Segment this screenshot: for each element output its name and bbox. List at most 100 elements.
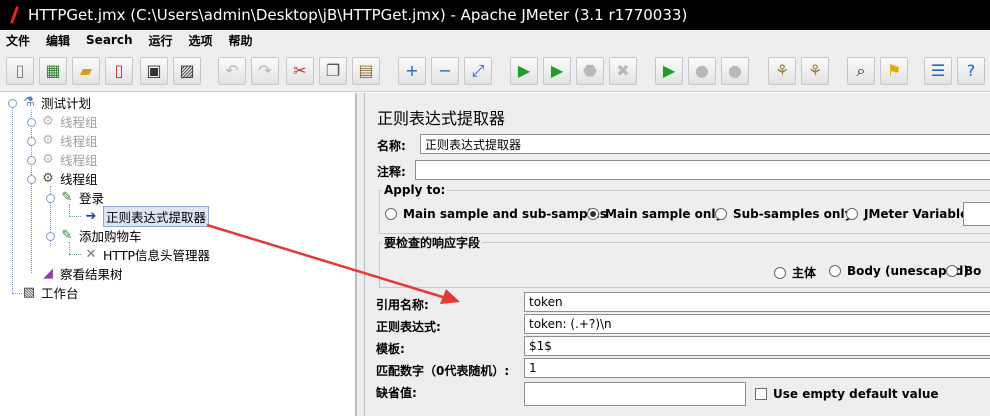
pipette-icon: ✎	[61, 190, 73, 205]
radio-dot-selected	[587, 208, 599, 220]
tree-node-results-tree[interactable]: ◢ 察看结果树	[39, 264, 123, 283]
regex-field[interactable]: token: (.+?)\n	[524, 314, 990, 334]
window-title: HTTPGet.jmx (C:\Users\admin\Desktop\jB\H…	[28, 6, 688, 24]
stop-icon[interactable]: ⬣	[576, 57, 604, 85]
tree-node-label: 线程组	[60, 115, 98, 130]
remote-stop-icon[interactable]: ●	[688, 57, 716, 85]
undo-icon[interactable]: ↶	[218, 57, 246, 85]
expand-handle[interactable]	[27, 137, 36, 146]
page-title: 正则表达式提取器	[377, 109, 506, 128]
regex-extractor-panel: 正则表达式提取器 名称: 正则表达式提取器 注释: Apply to: Main…	[365, 93, 990, 416]
start-no-pause-icon[interactable]: ▶	[543, 57, 571, 85]
tree-node-label: 线程组	[60, 134, 98, 149]
expand-handle[interactable]	[46, 194, 55, 203]
tree-connector	[31, 110, 32, 273]
toggle-icon[interactable]: ⤢	[464, 57, 492, 85]
new-icon[interactable]: ▯	[6, 57, 34, 85]
tree-node-label: 线程组	[60, 172, 98, 187]
tree-node-sampler-cart[interactable]: ✎ 添加购物车	[58, 226, 142, 245]
radio-dot	[715, 208, 727, 220]
default-value-field[interactable]	[524, 382, 746, 406]
ref-name-field[interactable]: token	[524, 292, 990, 312]
search-icon[interactable]: ⌕	[847, 57, 875, 85]
save-icon[interactable]: ▣	[140, 57, 168, 85]
radio-dot	[946, 265, 958, 277]
menu-edit[interactable]: 编辑	[46, 32, 70, 49]
radio-label: Main sample only	[605, 207, 724, 221]
tree-node-label: 察看结果树	[60, 267, 123, 282]
radio-label: 主体	[792, 266, 817, 280]
match-no-field[interactable]: 1	[524, 358, 990, 378]
expand-handle[interactable]	[27, 156, 36, 165]
name-label: 名称:	[377, 139, 406, 153]
reset-search-icon[interactable]: ⚑	[880, 57, 908, 85]
tree-node-sampler-login[interactable]: ✎ 登录	[58, 188, 104, 207]
tree-node-thread-group[interactable]: ⚙ 线程组	[39, 131, 98, 150]
expand-handle[interactable]	[46, 232, 55, 241]
open-icon[interactable]: ▰	[72, 57, 100, 85]
menu-file[interactable]: 文件	[6, 32, 30, 49]
split-pane-divider[interactable]	[356, 93, 365, 416]
match-no-label: 匹配数字（0代表随机）:	[376, 364, 510, 378]
tree-node-regex-extractor[interactable]: ➔ 正则表达式提取器	[82, 206, 210, 227]
tree-node-label: 正则表达式提取器	[103, 206, 210, 227]
test-plan-tree: ⚗ 测试计划 ⚙ 线程组 ⚙ 线程组 ⚙ 线程组 ⚙ 线程组 ✎ 登录 ➔ 正则…	[0, 93, 356, 416]
tree-node-test-plan[interactable]: ⚗ 测试计划	[20, 93, 91, 112]
remote-shutdown-icon[interactable]: ●	[721, 57, 749, 85]
menu-search[interactable]: Search	[86, 33, 132, 47]
expand-handle[interactable]	[27, 118, 36, 127]
tree-node-thread-group[interactable]: ⚙ 线程组	[39, 150, 98, 169]
tree-node-label: 线程组	[60, 153, 98, 168]
radio-label: Bo	[964, 264, 982, 278]
radio-body[interactable]: 主体	[774, 264, 816, 281]
radio-main-only[interactable]: Main sample only	[587, 207, 723, 221]
expand-icon[interactable]: +	[398, 57, 426, 85]
tree-connector	[69, 216, 81, 217]
function-helper-icon[interactable]: ☰	[924, 57, 952, 85]
menu-run[interactable]: 运行	[148, 32, 172, 49]
collapse-icon[interactable]: −	[431, 57, 459, 85]
redo-icon[interactable]: ↷	[251, 57, 279, 85]
help-icon[interactable]: ?	[957, 57, 985, 85]
tree-node-label: 登录	[79, 191, 105, 206]
radio-main-and-sub[interactable]: Main sample and sub-samples	[385, 207, 607, 221]
radio-sub-only[interactable]: Sub-samples only	[715, 207, 852, 221]
start-icon[interactable]: ▶	[510, 57, 538, 85]
radio-body-as-document[interactable]: Bo	[946, 264, 981, 278]
comment-label: 注释:	[377, 165, 406, 179]
template-field[interactable]: $1$	[524, 336, 990, 356]
tree-node-thread-group[interactable]: ⚙ 线程组	[39, 112, 98, 131]
shutdown-icon[interactable]: ✖	[609, 57, 637, 85]
comment-field[interactable]	[415, 160, 990, 180]
templates-icon[interactable]: ▦	[39, 57, 67, 85]
radio-dot	[385, 208, 397, 220]
clear-icon[interactable]: ⚘	[768, 57, 796, 85]
radio-label: JMeter Variable	[864, 207, 969, 221]
copy-icon[interactable]: ❐	[319, 57, 347, 85]
menu-options[interactable]: 选项	[189, 32, 213, 49]
tree-node-workbench[interactable]: ▧ 工作台	[20, 283, 79, 302]
tree-connector	[69, 254, 81, 255]
radio-dot	[774, 266, 786, 279]
paste-icon[interactable]: ▤	[352, 57, 380, 85]
workbench-icon: ▧	[22, 285, 36, 300]
menu-help[interactable]: 帮助	[229, 32, 253, 49]
expand-handle[interactable]	[27, 175, 36, 184]
close-icon[interactable]: ▯	[105, 57, 133, 85]
expand-handle[interactable]	[8, 99, 17, 108]
arrow-right-icon: ➔	[85, 209, 97, 224]
use-empty-default-checkbox[interactable]: Use empty default value	[755, 387, 939, 401]
wrench-icon: ✕	[85, 247, 97, 262]
cut-icon[interactable]: ✂	[286, 57, 314, 85]
tree-node-thread-group[interactable]: ⚙ 线程组	[39, 169, 98, 188]
gear-icon: ⚙	[42, 152, 54, 167]
save-as-icon[interactable]: ▨	[173, 57, 201, 85]
remote-start-icon[interactable]: ▶	[655, 57, 683, 85]
name-field[interactable]: 正则表达式提取器	[420, 134, 990, 154]
response-field-legend: 要检查的响应字段	[382, 234, 483, 251]
clear-all-icon[interactable]: ⚘	[801, 57, 829, 85]
jmeter-variable-field[interactable]	[963, 202, 990, 226]
radio-jmeter-variable[interactable]: JMeter Variable	[846, 207, 968, 221]
menu-bar: 文件 编辑 Search 运行 选项 帮助	[0, 30, 990, 50]
tree-node-header-manager[interactable]: ✕ HTTP信息头管理器	[82, 245, 210, 264]
